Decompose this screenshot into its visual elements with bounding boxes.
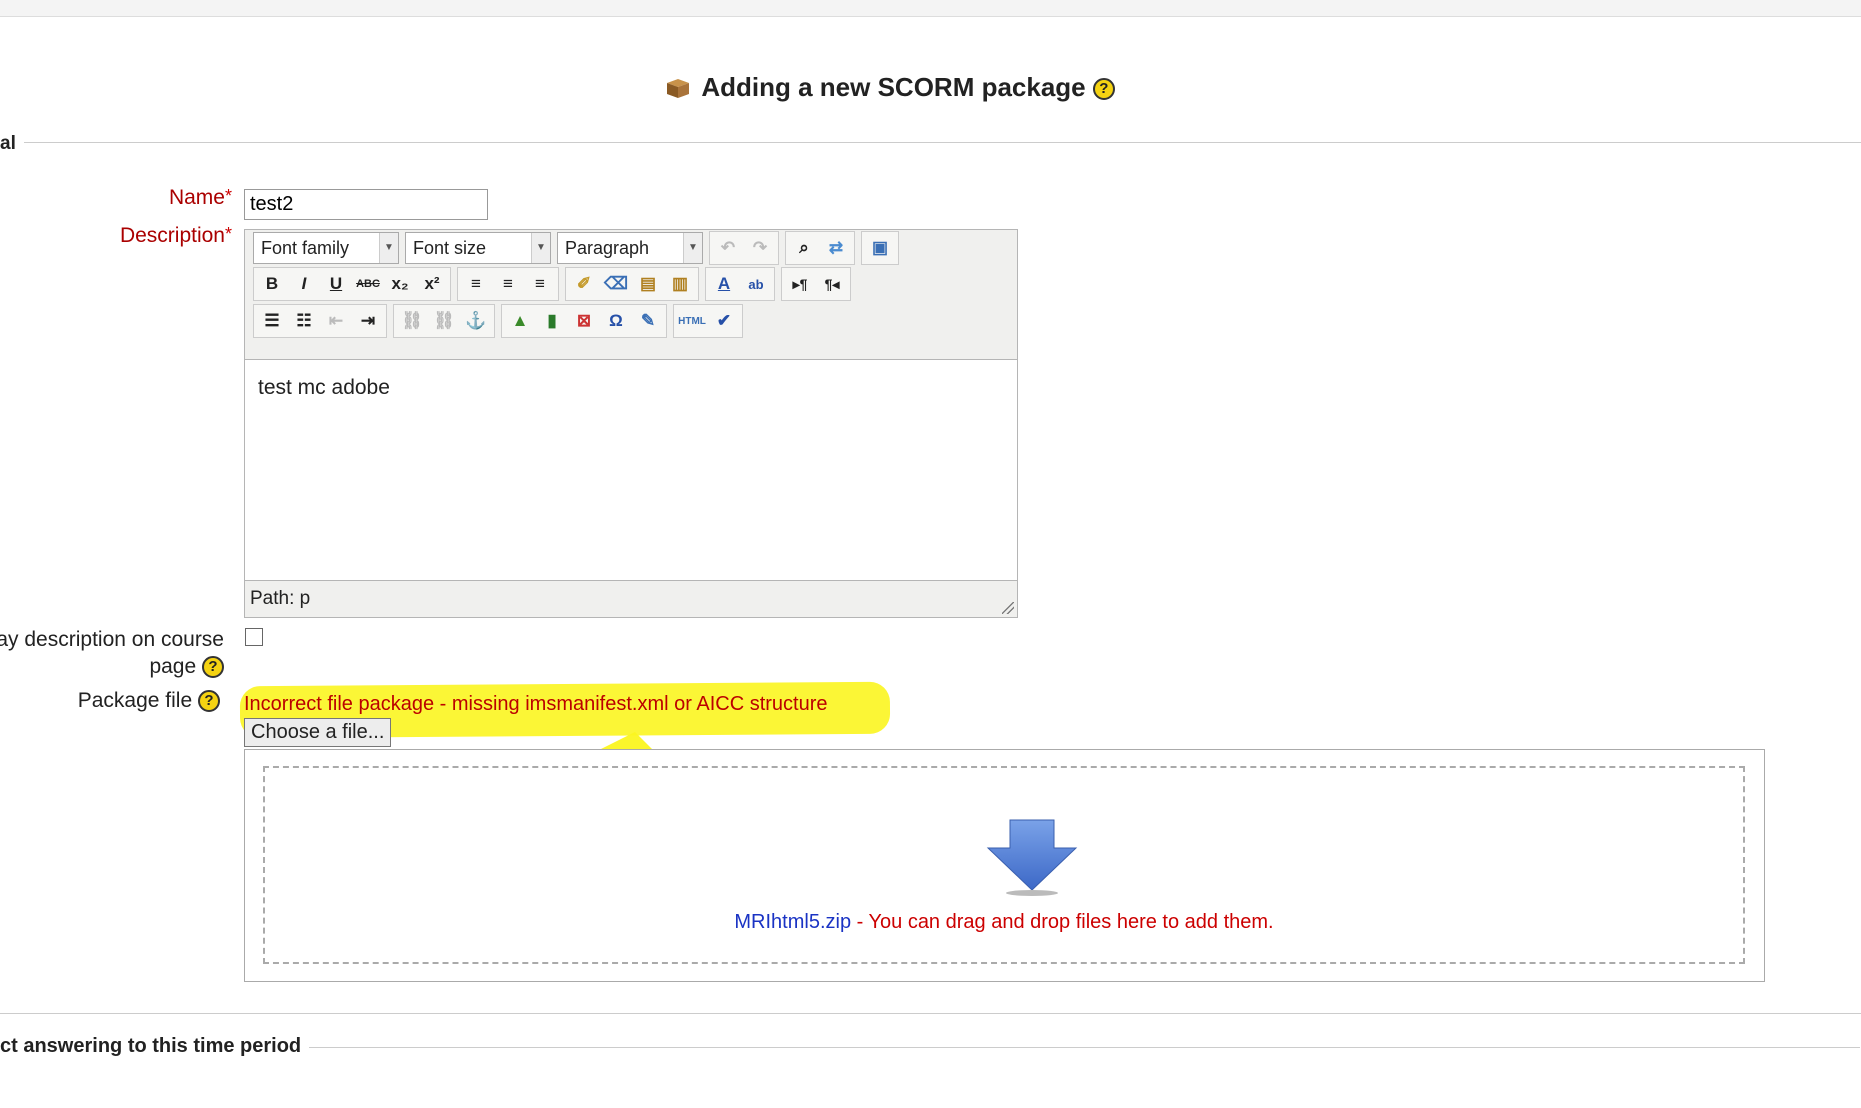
font-size-select[interactable]: Font size ▼ xyxy=(405,232,551,264)
highlight-color-icon[interactable]: ab xyxy=(740,268,772,300)
underline-icon[interactable]: U xyxy=(320,268,352,300)
dropped-file-name[interactable]: MRIhtml5.zip xyxy=(734,911,851,933)
link-icon[interactable]: ⛓ xyxy=(396,305,428,337)
superscript-icon[interactable]: x² xyxy=(416,268,448,300)
package-icon xyxy=(667,79,690,98)
description-label: Description* xyxy=(119,224,232,247)
paste-text-icon[interactable]: ▤ xyxy=(632,268,664,300)
outdent-icon[interactable]: ⇤ xyxy=(320,305,352,337)
clean-icon[interactable]: ✐ xyxy=(568,268,600,300)
numbered-list-icon[interactable]: ☷ xyxy=(288,305,320,337)
help-icon[interactable]: ? xyxy=(202,656,224,679)
help-icon[interactable]: ? xyxy=(198,690,220,713)
editor-path: Path: p xyxy=(250,588,311,609)
color-group: A ab xyxy=(705,267,775,301)
media-icon[interactable]: ▮ xyxy=(536,305,568,337)
indent-icon[interactable]: ⇥ xyxy=(352,305,384,337)
search-group: ⌕ ⇄ xyxy=(785,231,855,265)
text-color-icon[interactable]: A xyxy=(708,268,740,300)
list-group: ☰ ☷ ⇤ ⇥ xyxy=(253,304,387,338)
section-legend-general[interactable]: al xyxy=(0,133,24,155)
nolink-icon[interactable]: ⊠ xyxy=(568,305,600,337)
top-bar xyxy=(0,0,1861,17)
replace-icon[interactable]: ⇄ xyxy=(820,232,852,264)
format-select[interactable]: Paragraph ▼ xyxy=(557,232,703,264)
package-error-message: Incorrect file package - missing imsmani… xyxy=(244,693,828,715)
resize-handle-icon[interactable] xyxy=(1002,602,1014,614)
package-file-label: Package file ? xyxy=(40,689,220,713)
page-title-text: Adding a new SCORM package xyxy=(701,72,1086,102)
unlink-icon[interactable]: ⛓ xyxy=(428,305,460,337)
paste-word-icon[interactable]: ▥ xyxy=(664,268,696,300)
editor-toolbar-row-1: Font family ▼ Font size ▼ Paragraph ▼ ↶ ↷ ⌕… xyxy=(253,231,905,265)
fullscreen-group: ▣ xyxy=(861,231,899,265)
choose-file-button[interactable]: Choose a file... xyxy=(244,718,392,747)
editor-text: test mc adobe xyxy=(258,376,390,399)
display-description-label: ay description on course page ? xyxy=(0,628,224,679)
anchor-icon[interactable]: ⚓ xyxy=(460,305,492,337)
text-style-group: B I U ABC x₂ x² xyxy=(253,267,451,301)
editor-toolbar-row-3: ☰ ☷ ⇤ ⇥ ⛓ ⛓ ⚓ ▲ ▮ ⊠ Ω ✎ HTML ✔ xyxy=(253,304,749,338)
align-right-icon[interactable]: ≡ xyxy=(524,268,556,300)
download-arrow-icon xyxy=(986,819,1078,896)
direction-group: ▸¶ ¶◂ xyxy=(781,267,851,301)
html-group: HTML ✔ xyxy=(673,304,743,338)
spellcheck-icon[interactable]: ✔ xyxy=(708,305,740,337)
required-icon: * xyxy=(224,224,232,244)
undo-redo-group: ↶ ↷ xyxy=(709,231,779,265)
chevron-down-icon: ▼ xyxy=(531,233,550,263)
section-legend-next[interactable]: ct answering to this time period xyxy=(0,1035,310,1058)
rich-text-editor: Font family ▼ Font size ▼ Paragraph ▼ ↶ ↷ ⌕… xyxy=(244,229,1018,618)
file-picker: MRIhtml5.zip - You can drag and drop fil… xyxy=(244,749,1765,982)
redo-icon[interactable]: ↷ xyxy=(744,232,776,264)
fullscreen-icon[interactable]: ▣ xyxy=(864,232,896,264)
insert-group: ▲ ▮ ⊠ Ω ✎ xyxy=(501,304,667,338)
chevron-down-icon: ▼ xyxy=(379,233,398,263)
subscript-icon[interactable]: x₂ xyxy=(384,268,416,300)
drop-zone-text: MRIhtml5.zip - You can drag and drop fil… xyxy=(734,911,1274,933)
editor-toolbar-row-2: B I U ABC x₂ x² ≡ ≡ ≡ ✐ ⌫ ▤ ▥ A ab ▸¶ ¶◂ xyxy=(253,267,857,301)
editor-content[interactable]: test mc adobe xyxy=(245,359,1017,581)
align-group: ≡ ≡ ≡ xyxy=(457,267,559,301)
help-icon[interactable]: ? xyxy=(1092,78,1115,101)
clean-paste-group: ✐ ⌫ ▤ ▥ xyxy=(565,267,699,301)
link-group: ⛓ ⛓ ⚓ xyxy=(393,304,495,338)
special-char-icon[interactable]: Ω xyxy=(600,305,632,337)
bold-icon[interactable]: B xyxy=(256,268,288,300)
name-input[interactable] xyxy=(244,189,488,220)
equation-icon[interactable]: ✎ xyxy=(632,305,664,337)
find-icon[interactable]: ⌕ xyxy=(788,232,820,264)
italic-icon[interactable]: I xyxy=(288,268,320,300)
display-description-checkbox[interactable] xyxy=(245,628,263,646)
strikethrough-icon[interactable]: ABC xyxy=(352,268,384,300)
name-label: Name* xyxy=(168,186,232,209)
page-title: Adding a new SCORM package ? xyxy=(0,72,1780,103)
html-icon[interactable]: HTML xyxy=(676,305,708,337)
rtl-icon[interactable]: ¶◂ xyxy=(816,268,848,300)
align-center-icon[interactable]: ≡ xyxy=(492,268,524,300)
align-left-icon[interactable]: ≡ xyxy=(460,268,492,300)
eraser-icon[interactable]: ⌫ xyxy=(600,268,632,300)
bullet-list-icon[interactable]: ☰ xyxy=(256,305,288,337)
required-icon: * xyxy=(224,186,232,206)
chevron-down-icon: ▼ xyxy=(683,233,702,263)
undo-icon[interactable]: ↶ xyxy=(712,232,744,264)
ltr-icon[interactable]: ▸¶ xyxy=(784,268,816,300)
image-icon[interactable]: ▲ xyxy=(504,305,536,337)
font-family-select[interactable]: Font family ▼ xyxy=(253,232,399,264)
drop-zone[interactable]: MRIhtml5.zip - You can drag and drop fil… xyxy=(263,766,1745,964)
